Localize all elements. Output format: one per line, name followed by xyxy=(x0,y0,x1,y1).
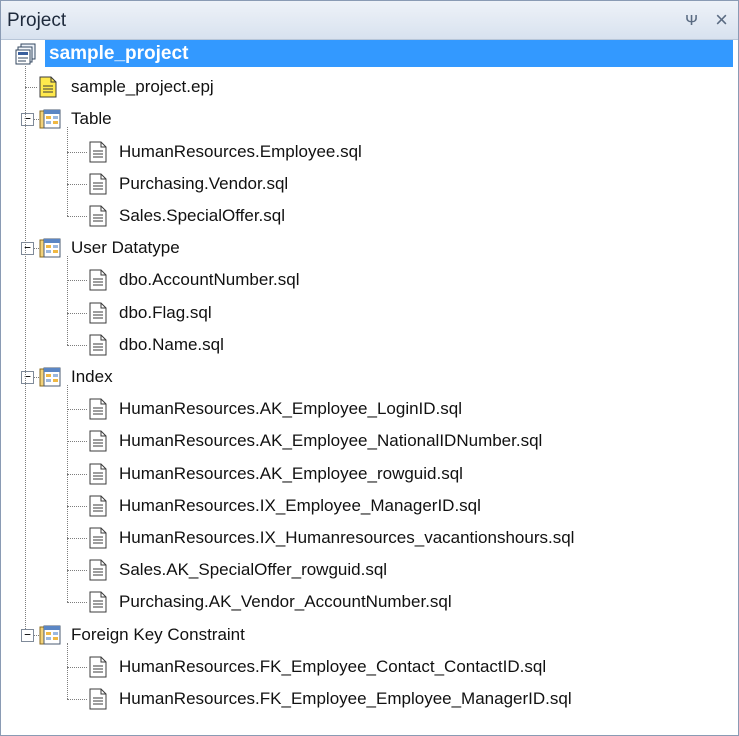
tree-line xyxy=(67,151,87,153)
panel-title: Project xyxy=(7,10,67,31)
tree-line xyxy=(67,538,87,539)
pin-icon[interactable]: ᴪ xyxy=(685,9,698,30)
collapse-toggle-icon[interactable]: − xyxy=(21,242,34,256)
sql-file-icon xyxy=(89,398,107,420)
sql-file-icon xyxy=(89,656,107,678)
folder-icon xyxy=(39,238,61,258)
tree-line xyxy=(67,127,68,216)
group-label: Index xyxy=(71,367,113,386)
tree-file-row[interactable] xyxy=(1,169,738,201)
sql-file-icon xyxy=(89,141,107,163)
tree-line xyxy=(67,409,87,411)
project-file-icon xyxy=(39,76,57,98)
project-file-label: sample_project.epj xyxy=(71,77,214,97)
tree-line xyxy=(67,280,87,282)
file-label: HumanResources.IX_Employee_ManagerID.sql xyxy=(119,495,481,515)
tree-line xyxy=(67,385,68,603)
file-label: Purchasing.AK_Vendor_AccountNumber.sql xyxy=(119,592,452,612)
group-label: User Datatype xyxy=(71,238,180,258)
tree-file-row[interactable] xyxy=(1,201,738,233)
sql-file-icon xyxy=(89,302,107,324)
tree-line xyxy=(67,699,87,700)
tree-line xyxy=(67,602,87,604)
sql-file-icon xyxy=(89,688,107,710)
tree-line xyxy=(67,312,87,314)
sql-file-icon xyxy=(89,591,107,613)
close-icon[interactable]: × xyxy=(715,7,728,33)
tree-file-row[interactable] xyxy=(1,137,738,169)
file-label: HumanResources.FK_Employee_Employee_Mana… xyxy=(119,689,572,708)
file-label: HumanResources.AK_Employee_NationalIDNum… xyxy=(119,431,543,451)
project-icon xyxy=(15,43,36,65)
group-label: Foreign Key Constraint xyxy=(71,624,245,644)
group-label: Table xyxy=(71,109,112,129)
sql-file-icon xyxy=(89,173,107,195)
folder-icon xyxy=(39,367,61,387)
folder-icon xyxy=(39,109,61,129)
file-label: HumanResources.Employee.sql xyxy=(119,141,362,161)
sql-file-icon xyxy=(89,205,107,227)
tree-line xyxy=(25,87,37,89)
project-root-label: sample_project xyxy=(45,40,733,67)
collapse-toggle-icon[interactable]: − xyxy=(21,113,34,127)
tree-line xyxy=(67,570,87,572)
tree-file-row[interactable] xyxy=(1,330,738,362)
tree-line xyxy=(67,441,87,443)
sql-file-icon xyxy=(89,334,107,356)
tree-line xyxy=(67,666,87,668)
tree-line xyxy=(67,344,87,346)
file-label: dbo.Name.sql xyxy=(119,334,224,354)
collapse-toggle-icon[interactable]: − xyxy=(21,371,34,384)
tree-line xyxy=(67,256,68,345)
tree-line xyxy=(67,505,87,507)
tree-line xyxy=(67,216,87,217)
file-label: Sales.SpecialOffer.sql xyxy=(119,206,285,225)
sql-file-icon xyxy=(89,430,107,452)
tree-file-row[interactable] xyxy=(1,298,738,330)
sql-file-icon xyxy=(89,269,107,291)
tree-line xyxy=(67,473,87,475)
sql-file-icon xyxy=(89,527,107,549)
file-label: dbo.AccountNumber.sql xyxy=(119,270,300,290)
file-label: HumanResources.AK_Employee_rowguid.sql xyxy=(119,463,463,483)
sql-file-icon xyxy=(89,463,107,485)
project-panel: Project ᴪ × sample_project sample_project… xyxy=(0,0,739,736)
sql-file-icon xyxy=(89,495,107,517)
file-label: Purchasing.Vendor.sql xyxy=(119,173,289,193)
file-label: HumanResources.IX_Humanresources_vacanti… xyxy=(119,528,575,547)
file-label: HumanResources.AK_Employee_LoginID.sql xyxy=(119,399,463,419)
file-label: HumanResources.FK_Employee_Contact_Conta… xyxy=(119,656,547,676)
project-tree[interactable]: sample_project sample_project.epj − Table Hu… xyxy=(1,40,738,735)
file-label: Sales.AK_SpecialOffer_rowguid.sql xyxy=(119,560,388,580)
tree-line xyxy=(67,183,87,185)
folder-icon xyxy=(39,625,61,645)
tree-line xyxy=(67,642,68,699)
sql-file-icon xyxy=(89,559,107,581)
collapse-toggle-icon[interactable]: − xyxy=(21,628,34,642)
tree-line xyxy=(25,66,26,629)
file-label: dbo.Flag.sql xyxy=(119,302,212,322)
tree-file-row[interactable] xyxy=(1,265,738,297)
panel-title-bar: Project ᴪ × xyxy=(1,1,738,40)
